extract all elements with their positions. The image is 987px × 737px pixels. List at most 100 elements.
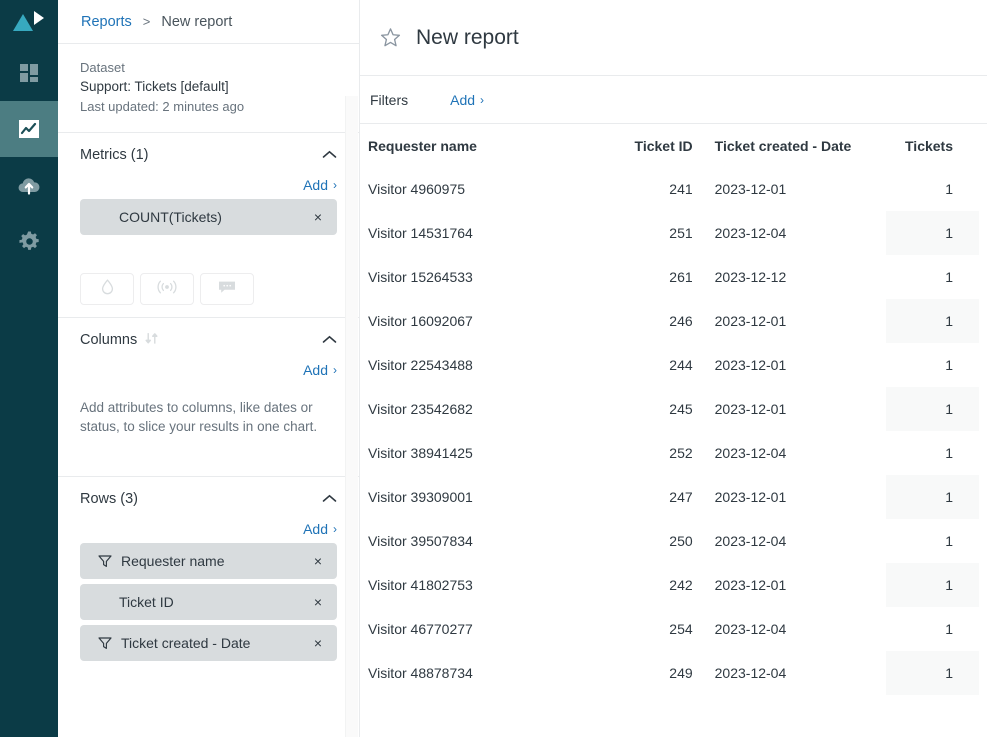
table-cell-tickets: 1 (886, 387, 979, 431)
table-cell-name: Visitor 48878734 (368, 665, 473, 681)
table-cell-id: 246 (669, 313, 693, 329)
columns-section-header[interactable]: Columns (80, 318, 337, 362)
filters-add-button[interactable]: Add › (450, 92, 484, 108)
app-logo[interactable] (0, 0, 58, 45)
column-header-requester-name[interactable]: Requester name (368, 124, 611, 167)
table-cell-date: 2023-12-04 (714, 445, 787, 461)
table-cell-id: 261 (669, 269, 693, 285)
table-cell-name: Visitor 4960975 (368, 181, 466, 197)
chevron-right-icon: › (333, 178, 337, 192)
droplet-icon (101, 278, 114, 300)
column-header-ticket-id[interactable]: Ticket ID (611, 124, 693, 167)
chevron-up-icon[interactable] (322, 490, 337, 508)
table-cell-tickets: 1 (945, 621, 953, 637)
dataset-summary[interactable]: Dataset Support: Tickets [default] Last … (58, 44, 359, 132)
star-outline-icon[interactable] (377, 24, 404, 51)
annotation-button[interactable] (200, 273, 254, 305)
row-pill-label: Ticket created - Date (121, 635, 251, 651)
table-row[interactable]: Visitor 14531764 251 2023-12-04 1 (368, 211, 979, 255)
table-cell-date: 2023-12-01 (714, 577, 787, 593)
columns-title-wrap: Columns (80, 331, 159, 350)
table-cell-name: Visitor 23542682 (368, 401, 473, 417)
table-cell-id: 244 (669, 357, 693, 373)
row-remove-button[interactable]: × (312, 632, 324, 654)
report-header: New report (360, 0, 987, 76)
panel-scrollbar[interactable] (345, 96, 358, 737)
table-cell-name: Visitor 39309001 (368, 489, 473, 505)
columns-title: Columns (80, 332, 138, 348)
dataset-last-updated: Last updated: 2 minutes ago (80, 99, 245, 114)
result-path-button[interactable] (140, 273, 194, 305)
chevron-up-icon[interactable] (322, 331, 337, 349)
chevron-up-icon[interactable] (322, 146, 337, 164)
table-cell-name: Visitor 39507834 (368, 533, 473, 549)
table-row[interactable]: Visitor 4960975 241 2023-12-01 1 (368, 167, 979, 211)
rows-add-button[interactable]: Add › (303, 521, 337, 537)
table-row[interactable]: Visitor 38941425 252 2023-12-04 1 (368, 431, 979, 475)
chevron-right-icon: › (333, 522, 337, 536)
table-cell-id: 242 (669, 577, 693, 593)
rows-section: Rows (3) Add › Requester name × Ticket I… (58, 476, 359, 661)
table-cell-date: 2023-12-01 (714, 489, 787, 505)
table-row[interactable]: Visitor 39507834 250 2023-12-04 1 (368, 519, 979, 563)
table-row[interactable]: Visitor 22543488 244 2023-12-01 1 (368, 343, 979, 387)
table-cell-name: Visitor 22543488 (368, 357, 473, 373)
table-header-row: Requester name Ticket ID Ticket created … (368, 124, 979, 167)
primary-nav-rail (0, 0, 58, 737)
table-cell-tickets: 1 (945, 181, 953, 197)
columns-add-row: Add › (80, 362, 337, 384)
app-root: Reports > New report Dataset Support: Ti… (0, 0, 987, 737)
table-row[interactable]: Visitor 16092067 246 2023-12-01 1 (368, 299, 979, 343)
table-cell-tickets: 1 (886, 211, 979, 255)
rows-section-header[interactable]: Rows (3) (80, 477, 337, 521)
table-cell-tickets: 1 (945, 445, 953, 461)
sidebar-item-explore[interactable] (0, 101, 58, 157)
table-cell-name: Visitor 16092067 (368, 313, 473, 329)
table-row[interactable]: Visitor 23542682 245 2023-12-01 1 (368, 387, 979, 431)
metrics-add-row: Add › (80, 177, 337, 199)
table-cell-name: Visitor 41802753 (368, 577, 473, 593)
gear-icon (18, 230, 41, 253)
row-pill-ticket-created-date[interactable]: Ticket created - Date × (80, 625, 337, 661)
columns-add-label: Add (303, 362, 328, 378)
metrics-section-header[interactable]: Metrics (1) (80, 133, 337, 177)
chevron-right-icon: › (480, 92, 485, 107)
row-pill-requester-name[interactable]: Requester name × (80, 543, 337, 579)
table-cell-tickets: 1 (886, 299, 979, 343)
breadcrumb-parent-link[interactable]: Reports (81, 14, 132, 30)
table-cell-id: 250 (669, 533, 693, 549)
table-cell-name: Visitor 15264533 (368, 269, 473, 285)
filters-bar: Filters Add › (360, 76, 987, 124)
table-cell-date: 2023-12-04 (714, 225, 787, 241)
table-row[interactable]: Visitor 15264533 261 2023-12-12 1 (368, 255, 979, 299)
table-cell-date: 2023-12-01 (714, 357, 787, 373)
sidebar-item-settings[interactable] (0, 213, 58, 269)
column-header-tickets[interactable]: Tickets (886, 124, 979, 167)
breadcrumb-separator: > (142, 14, 151, 29)
sidebar-item-uploads[interactable] (0, 157, 58, 213)
table-row[interactable]: Visitor 41802753 242 2023-12-01 1 (368, 563, 979, 607)
dashboard-grid-icon (18, 62, 40, 84)
color-palette-button[interactable] (80, 273, 134, 305)
filters-label: Filters (370, 91, 409, 108)
rows-add-label: Add (303, 521, 328, 537)
table-cell-id: 249 (669, 665, 693, 681)
columns-add-button[interactable]: Add › (303, 362, 337, 378)
table-row[interactable]: Visitor 46770277 254 2023-12-04 1 (368, 607, 979, 651)
row-remove-button[interactable]: × (312, 591, 324, 613)
cloud-upload-icon (17, 174, 41, 196)
metric-remove-button[interactable]: × (312, 206, 324, 228)
swap-arrows-icon[interactable] (144, 331, 159, 350)
table-cell-name: Visitor 38941425 (368, 445, 473, 461)
sidebar-item-dashboard[interactable] (0, 45, 58, 101)
row-remove-button[interactable]: × (312, 550, 324, 572)
table-row[interactable]: Visitor 48878734 249 2023-12-04 1 (368, 651, 979, 695)
row-pill-ticket-id[interactable]: Ticket ID × (80, 584, 337, 620)
metric-pill-count-tickets[interactable]: COUNT(Tickets) × (80, 199, 337, 235)
table-cell-date: 2023-12-01 (714, 401, 787, 417)
column-header-ticket-created-date[interactable]: Ticket created - Date (693, 124, 887, 167)
table-cell-tickets: 1 (886, 475, 979, 519)
metrics-add-button[interactable]: Add › (303, 177, 337, 193)
filter-funnel-icon (98, 554, 112, 568)
table-row[interactable]: Visitor 39309001 247 2023-12-01 1 (368, 475, 979, 519)
